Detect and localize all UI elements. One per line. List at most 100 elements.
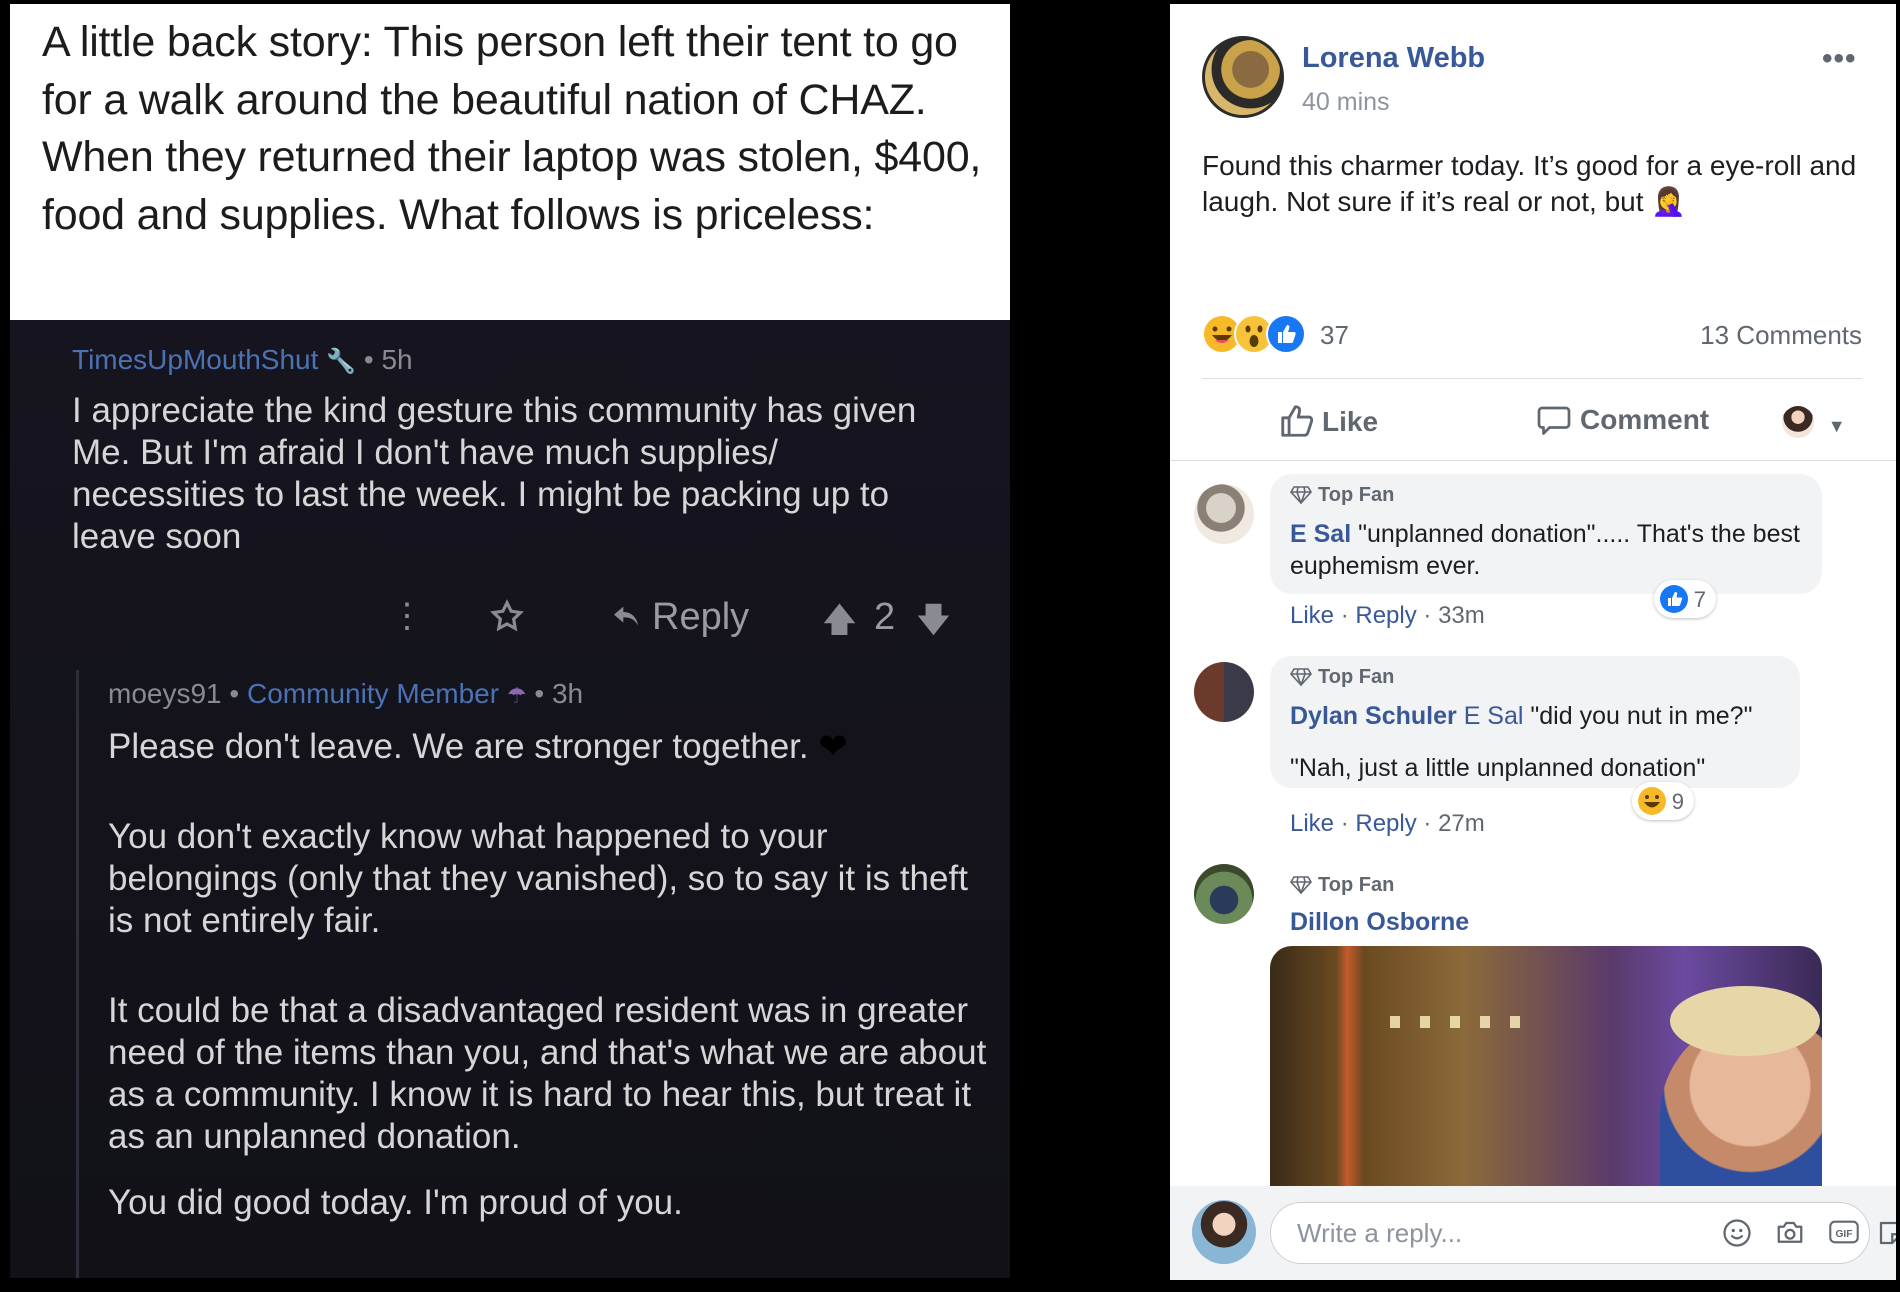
comments-count[interactable]: 13 Comments [1700, 320, 1862, 351]
thumbs-up-icon [1281, 405, 1314, 437]
emoji-icon[interactable] [1722, 1218, 1752, 1253]
post-timestamp[interactable]: 40 mins [1302, 88, 1390, 117]
post-text: Found this charmer today. It’s good for … [1202, 150, 1857, 217]
comment-1-time: • 5h [363, 344, 413, 375]
comment-reaction-badge[interactable]: 7 [1654, 580, 1716, 618]
sticker-icon[interactable] [1876, 1218, 1896, 1253]
comment-time[interactable]: 33m [1438, 602, 1485, 629]
commenter-avatar[interactable] [1194, 864, 1254, 924]
divider [1202, 378, 1862, 379]
svg-text:GIF: GIF [1835, 1229, 1852, 1240]
commenter-name[interactable]: E Sal [1290, 520, 1351, 548]
award-icon[interactable] [488, 598, 526, 636]
comment-button[interactable]: Comment [1536, 402, 1709, 438]
meta-separator: • [229, 678, 240, 709]
upvote-icon[interactable]: 🡅 [822, 596, 857, 653]
comment-bubble: Top Fan Dylan Schuler E Sal "did you nut… [1270, 656, 1800, 788]
comment-actions: Like · Reply · 33m [1290, 602, 1485, 629]
comment-1-author[interactable]: TimesUpMouthShut [72, 344, 318, 375]
like-icon [1660, 585, 1688, 613]
more-options-icon[interactable]: ••• [1822, 42, 1857, 76]
screenshot-panel: A little back story: This person left th… [10, 4, 1010, 1278]
community-member-flair: Community Member [247, 678, 500, 709]
comment-dylan-schuler: Top Fan Dylan Schuler E Sal "did you nut… [1170, 656, 1896, 846]
user-avatar[interactable] [1192, 1200, 1256, 1264]
more-options-icon[interactable]: ⋮ [390, 596, 424, 636]
comment-reply-link[interactable]: Reply [1355, 602, 1416, 629]
commenter-avatar[interactable] [1194, 484, 1254, 544]
comment-1: TimesUpMouthShut 🔧 • 5h I appreciate the… [10, 320, 1010, 660]
comment-2-p1-text: Please don't leave. We are stronger toge… [108, 727, 809, 766]
diamond-icon [1290, 486, 1312, 506]
comment-1-meta: TimesUpMouthShut 🔧 • 5h [72, 344, 413, 376]
commenter-name[interactable]: Dylan Schuler [1290, 702, 1457, 730]
dropdown-caret-icon: ▼ [1827, 416, 1846, 436]
comment-2-paragraph-3: It could be that a disadvantaged residen… [108, 991, 987, 1156]
divider [1170, 460, 1896, 461]
author-name[interactable]: Lorena Webb [1302, 42, 1485, 75]
wrench-icon: 🔧 [326, 348, 357, 375]
comment-bubble-icon [1537, 406, 1571, 435]
top-fan-badge: Top Fan [1290, 484, 1394, 507]
vote-count: 2 [874, 596, 896, 638]
comment-e-sal: Top Fan E Sal "unplanned donation"..... … [1170, 474, 1896, 644]
comment-body-line-2: "Nah, just a little unplanned donation" [1290, 754, 1706, 782]
black-heart-icon: ❤ [818, 727, 848, 766]
camera-icon[interactable] [1774, 1218, 1806, 1253]
post-actions: Like Comment ▼ [1170, 388, 1896, 460]
top-fan-badge: Top Fan [1290, 874, 1394, 897]
downvote-icon[interactable]: 🡇 [916, 596, 951, 653]
author-avatar[interactable] [1202, 36, 1284, 118]
haha-icon [1638, 787, 1666, 815]
comment-2-meta: moeys91 • Community Member ☂ • 3h [108, 678, 583, 710]
comment-label: Comment [1580, 404, 1710, 435]
comment-2-paragraph-4: You did good today. I'm proud of you. [108, 1183, 683, 1222]
like-icon [1266, 314, 1306, 354]
like-label: Like [1322, 406, 1379, 437]
post-header: Lorena Webb 40 mins ••• [1170, 4, 1896, 134]
comment-2: moeys91 • Community Member ☂ • 3h Please… [10, 660, 1010, 1278]
comment-2-author[interactable]: moeys91 [108, 678, 222, 709]
comment-thread: TimesUpMouthShut 🔧 • 5h I appreciate the… [10, 320, 1010, 1278]
comment-like-link[interactable]: Like [1290, 810, 1334, 837]
diamond-icon [1290, 668, 1312, 688]
gif-icon[interactable]: GIF [1828, 1218, 1860, 1251]
comment-1-actions: ⋮ Reply 🡅 2 🡇 [10, 588, 1010, 648]
reaction-count: 9 [1671, 789, 1684, 814]
comment-2-paragraph-2: You don't exactly know what happened to … [108, 817, 968, 940]
reaction-count[interactable]: 37 [1320, 320, 1349, 351]
facebook-post: Lorena Webb 40 mins ••• Found this charm… [1170, 4, 1896, 1280]
comment-bubble: Top Fan E Sal "unplanned donation"..... … [1270, 474, 1822, 594]
comment-actions: Like · Reply · 27m [1290, 810, 1485, 837]
reaction-summary[interactable]: 37 13 Comments [1202, 312, 1862, 358]
reaction-count: 7 [1693, 587, 1706, 612]
comment-body-line-1: "did you nut in me?" [1530, 702, 1753, 730]
comment-time[interactable]: 27m [1438, 810, 1485, 837]
commenter-avatar[interactable] [1194, 662, 1254, 722]
comment-reply-link[interactable]: Reply [1355, 810, 1416, 837]
comment-dillon-osborne: Top Fan Dillon Osborne [1170, 858, 1896, 958]
reply-arrow-icon [614, 606, 638, 626]
gif-hair-shape [1670, 986, 1820, 1056]
top-fan-badge: Top Fan [1290, 666, 1394, 689]
backstory-caption: A little back story: This person left th… [42, 18, 982, 239]
commenter-name[interactable]: Dillon Osborne [1290, 908, 1469, 937]
backstory-caption-box: A little back story: This person left th… [10, 4, 1010, 320]
comment-text: E Sal "unplanned donation"..... That's t… [1290, 518, 1810, 582]
reply-composer: GIF [1170, 1186, 1896, 1280]
umbrella-icon: ☂ [506, 683, 527, 708]
comment-reaction-badge[interactable]: 9 [1632, 782, 1694, 820]
reply-button[interactable]: Reply [652, 596, 749, 639]
comment-text: Dylan Schuler E Sal "did you nut in me?" [1290, 700, 1800, 732]
mini-avatar [1782, 406, 1814, 438]
comment-like-link[interactable]: Like [1290, 602, 1334, 629]
gif-lights [1390, 1016, 1540, 1028]
comment-1-text: I appreciate the kind gesture this commu… [72, 391, 917, 556]
comment-body: "unplanned donation"..... That's the bes… [1290, 520, 1800, 580]
diamond-icon [1290, 876, 1312, 896]
like-button[interactable]: Like [1278, 402, 1378, 440]
comment-gif-image[interactable] [1270, 946, 1822, 1196]
react-as-selector[interactable]: ▼ [1782, 406, 1846, 439]
mentioned-user[interactable]: E Sal [1464, 702, 1524, 730]
comment-2-paragraph-1: Please don't leave. We are stronger toge… [108, 726, 968, 768]
